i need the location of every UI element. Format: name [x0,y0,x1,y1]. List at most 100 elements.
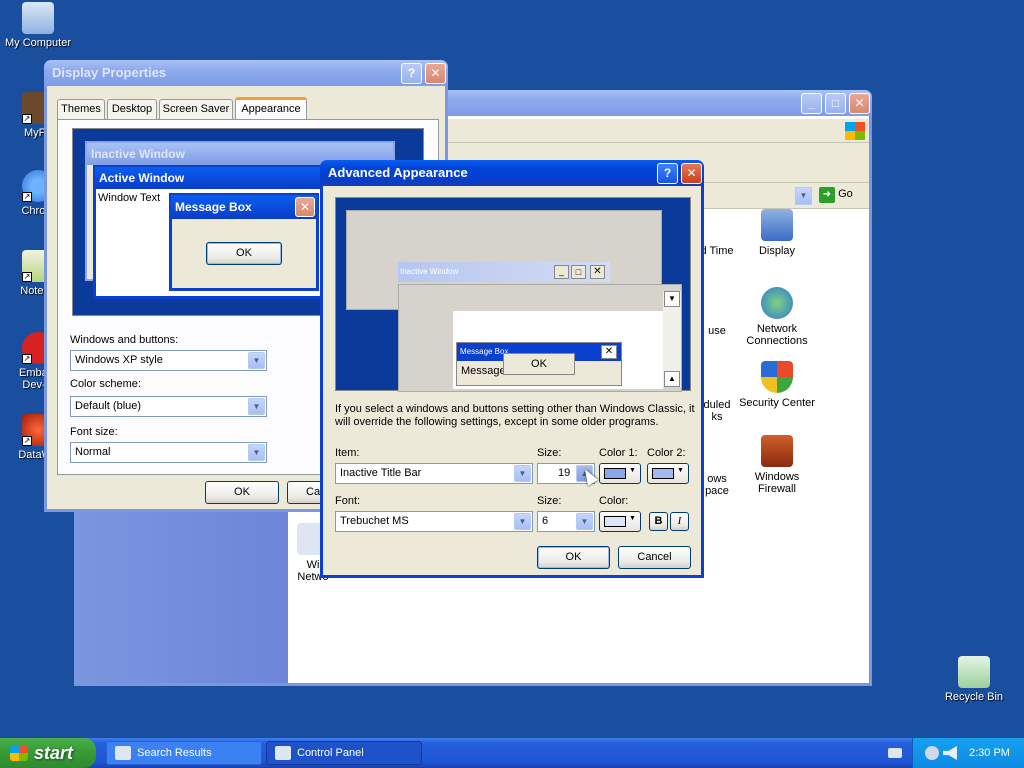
cp-item-windows-firewall[interactable]: Windows Firewall [737,435,817,495]
volume-icon[interactable] [943,746,957,760]
font-color-label: Color: [599,495,629,507]
system-tray: 2:30 PM [912,738,1024,768]
cancel-button[interactable]: Cancel [618,546,691,569]
close-icon: ✕ [601,345,617,359]
cp-item-label: Network Connections [746,323,808,347]
cp-item-label: use [708,325,726,337]
desktop-icon-my-computer[interactable]: My Computer [0,2,76,49]
minimize-button[interactable]: _ [801,93,822,114]
address-dropdown-arrow[interactable]: ▼ [795,187,812,205]
preview-inactive-title: Inactive Window [400,267,459,276]
chevron-down-icon: ▼ [664,291,680,307]
cp-item-label: ows pace [705,473,729,497]
italic-button[interactable]: I [670,512,689,531]
windows-logo-icon [10,745,28,761]
chevron-down-icon[interactable]: ▼ [514,465,531,482]
go-button[interactable]: ➜ Go [819,187,865,205]
recycle-bin-icon [958,656,990,688]
control-panel-menubar [447,119,869,143]
chevron-down-icon[interactable]: ▼ [248,398,265,415]
color-scheme-value: Default (blue) [75,400,142,412]
color-scheme-select[interactable]: Default (blue) ▼ [70,396,267,417]
clock[interactable]: 2:30 PM [969,738,1010,768]
shield-icon [761,361,793,393]
help-button[interactable]: ? [401,63,422,84]
color2-picker[interactable]: ▼ [647,463,689,484]
maximize-icon: □ [571,265,586,279]
color-scheme-label: Color scheme: [70,378,141,390]
font-size-label: Size: [537,495,562,507]
font-select[interactable]: Trebuchet MS ▼ [335,511,533,532]
chevron-down-icon[interactable]: ▼ [514,513,531,530]
chevron-down-icon[interactable]: ▼ [248,352,265,369]
cp-item-network-connections[interactable]: Network Connections [737,287,817,347]
taskbar: start Search Results Control Panel 2:30 … [0,738,1024,768]
cp-item-security-center[interactable]: Security Center [737,361,817,409]
size-value: 19 [558,467,571,479]
font-size-select[interactable]: 6 ▼ [537,511,595,532]
go-label: Go [838,188,853,200]
cp-item-label: Display [758,245,796,257]
font-size-select[interactable]: Normal ▼ [70,442,267,463]
cp-item-label: Security Center [739,397,815,409]
close-button[interactable]: ✕ [425,63,446,84]
close-button[interactable]: ✕ [681,163,702,184]
ok-button[interactable]: OK [205,481,279,504]
item-value: Inactive Title Bar [340,467,422,479]
chevron-down-icon[interactable]: ▼ [248,444,265,461]
preview-active-title: Active Window [95,167,331,189]
preview-message-box: Message Box ✕ OK [169,193,319,291]
ok-button[interactable]: OK [537,546,610,569]
font-color-swatch [604,516,626,527]
window-title: Display Properties [52,65,167,80]
display-properties-title-bar[interactable]: Display Properties ? ✕ [44,60,448,86]
item-label: Item: [335,447,360,459]
cp-item-label: Windows Firewall [754,471,800,495]
chevron-up-icon: ▲ [664,371,680,387]
taskbar-item-search-results[interactable]: Search Results [106,741,262,765]
bold-button[interactable]: B [649,512,668,531]
font-color-picker[interactable]: ▼ [599,511,641,532]
taskbar-item-label: Control Panel [297,747,364,759]
cp-item-label: duled ks [703,399,731,423]
advanced-appearance-title-bar[interactable]: Advanced Appearance ? ✕ [320,160,704,186]
tab-appearance[interactable]: Appearance [235,97,307,120]
close-button[interactable]: ✕ [849,93,870,114]
chevron-down-icon[interactable]: ▼ [576,513,593,530]
window-title: Advanced Appearance [328,165,468,180]
preview-message-box-title-text: Message Box [175,200,252,214]
item-select[interactable]: Inactive Title Bar ▼ [335,463,533,484]
start-button[interactable]: start [0,738,96,768]
font-value: Trebuchet MS [340,515,409,527]
chevron-down-icon: ▼ [677,467,684,474]
desktop-icon-label: Recycle Bin [944,691,1004,703]
help-button[interactable]: ? [657,163,678,184]
keyboard-icon[interactable] [888,748,902,758]
taskbar-item-control-panel[interactable]: Control Panel [266,741,422,765]
tab-desktop[interactable]: Desktop [107,99,157,119]
windows-buttons-value: Windows XP style [75,354,163,366]
maximize-button[interactable]: □ [825,93,846,114]
go-arrow-icon: ➜ [819,187,835,203]
preview-ok-button: OK [503,353,575,375]
font-size-label: Font size: [70,426,118,438]
color1-label: Color 1: [599,447,638,459]
computer-icon [22,2,54,34]
font-size-value: 6 [542,515,549,527]
tab-themes[interactable]: Themes [57,99,105,119]
start-label: start [34,743,74,763]
close-icon: ✕ [590,265,605,279]
close-icon: ✕ [295,197,315,217]
control-panel-icon [275,746,291,760]
color1-swatch [604,468,626,479]
windows-buttons-select[interactable]: Windows XP style ▼ [70,350,267,371]
preview-scrollbar: ▼ ▲ [663,291,681,387]
color2-swatch [652,468,674,479]
cp-item-display[interactable]: Display [737,209,817,257]
windows-logo-icon [845,122,865,140]
tab-screen-saver[interactable]: Screen Saver [159,99,233,119]
desktop-icon-recycle-bin[interactable]: Recycle Bin [936,656,1012,703]
font-size-value: Normal [75,446,111,458]
tray-app-icon[interactable] [925,746,939,760]
color1-picker[interactable]: ▼ [599,463,641,484]
